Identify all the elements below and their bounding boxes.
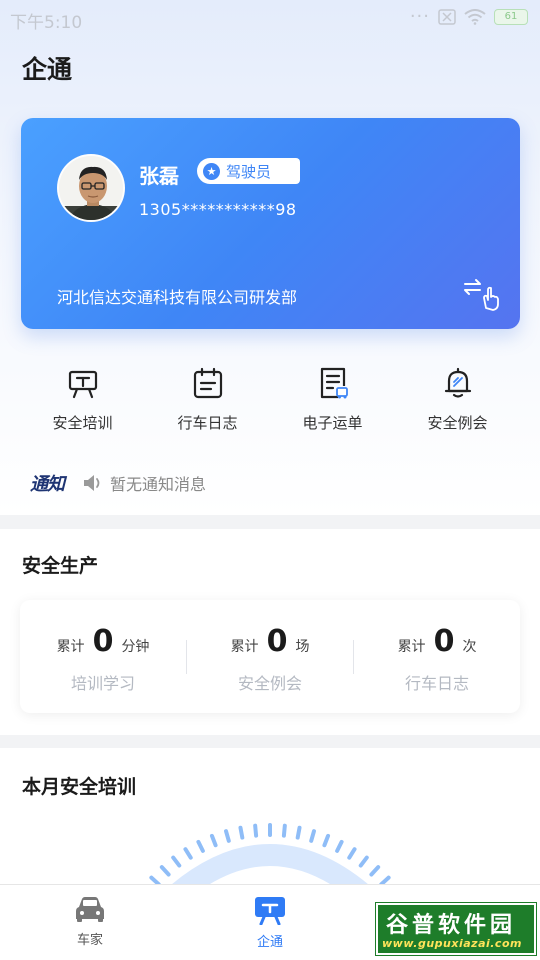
gauge-tick: [253, 823, 259, 838]
gauge-tick: [369, 865, 381, 877]
gauge-arc: [149, 823, 391, 885]
gauge-tick: [295, 825, 302, 840]
wifi-icon: [464, 9, 486, 25]
gauge-tick: [209, 833, 218, 848]
sim-off-icon: [438, 9, 456, 25]
page-title: 企通: [22, 55, 73, 84]
notice-logo: 通知: [30, 474, 65, 495]
action-label: 电子运单: [302, 414, 363, 432]
stat-value: 0: [433, 624, 455, 659]
avatar-photo: [59, 156, 123, 220]
phone-number: 1305***********98: [139, 200, 297, 219]
status-bar: 下午5:10 ··· 61: [0, 0, 540, 38]
watermark-url: www.gupuxiazai.com: [382, 937, 522, 950]
gauge-tick: [281, 823, 287, 838]
calendar-log-icon: [193, 367, 222, 399]
gauge-tick: [309, 829, 316, 843]
gauge-tick: [224, 829, 231, 843]
battery-icon: 61: [494, 9, 528, 25]
speaker-icon: [84, 475, 100, 491]
more-dots-icon: ···: [409, 6, 430, 27]
status-time: 下午5:10: [10, 13, 83, 33]
gauge-tick: [238, 825, 245, 840]
enterprise-chat-icon: [255, 897, 285, 925]
stat-prefix: 累计: [397, 639, 426, 655]
training-progress-gauge: [0, 815, 540, 885]
stat-label: 行车日志: [404, 674, 469, 693]
action-e-waybill[interactable]: 电子运单: [270, 366, 395, 433]
gauge-tick: [335, 839, 344, 853]
star-icon: ★: [203, 162, 220, 180]
quick-actions: 安全培训 行车日志 电子运单 安全例会: [0, 366, 540, 446]
stat-unit: 次: [462, 639, 477, 655]
stat-training[interactable]: 累计 0 分钟 培训学习: [20, 600, 186, 713]
stat-unit: 分钟: [121, 639, 150, 655]
notice-bar[interactable]: 通知 暂无通知消息: [30, 470, 206, 496]
waybill-doc-icon: [320, 367, 348, 399]
role-badge: ★ 驾驶员: [197, 158, 300, 184]
gauge-tick: [322, 833, 331, 848]
stat-prefix: 累计: [230, 639, 259, 655]
stat-label: 培训学习: [70, 674, 135, 693]
gauge-tick: [159, 865, 171, 877]
profile-card[interactable]: 张磊 ★ 驾驶员 1305***********98 河北信达交通科技有限公司研…: [21, 118, 520, 329]
training-board-icon: [68, 370, 97, 399]
status-icons: ··· 61: [409, 6, 528, 27]
safety-stats-card: 累计 0 分钟 培训学习 累计 0 场 安全例会 累计 0 次 行车日志: [20, 600, 520, 713]
car-icon: [76, 897, 104, 922]
watermark-logo: 谷普软件园 www.gupuxiazai.com: [375, 902, 537, 956]
nav-item-chejia[interactable]: 车家: [0, 895, 180, 948]
section-title: 安全生产: [22, 555, 99, 577]
action-safety-meeting[interactable]: 安全例会: [395, 366, 520, 433]
action-label: 行车日志: [177, 414, 238, 432]
stat-meeting[interactable]: 累计 0 场 安全例会: [187, 600, 353, 713]
company-name: 河北信达交通科技有限公司研发部: [57, 288, 298, 307]
bell-meeting-icon: [444, 367, 471, 398]
avatar[interactable]: [57, 154, 125, 222]
gauge-tick: [347, 847, 357, 860]
stat-value: 0: [266, 624, 288, 659]
gauge-tick: [196, 839, 205, 853]
nav-label: 车家: [76, 933, 103, 948]
switch-company-icon[interactable]: [462, 278, 500, 312]
gauge-tick: [183, 847, 193, 860]
gauge-tick: [171, 855, 182, 868]
action-driving-log[interactable]: 行车日志: [145, 366, 270, 433]
stat-driving-log[interactable]: 累计 0 次 行车日志: [354, 600, 520, 713]
watermark-title: 谷普软件园: [386, 913, 517, 938]
stat-value: 0: [92, 624, 114, 659]
user-name: 张磊: [139, 164, 179, 188]
stat-label: 安全例会: [237, 674, 302, 693]
action-label: 安全例会: [427, 414, 488, 432]
stat-unit: 场: [295, 639, 310, 655]
nav-label: 企通: [256, 935, 283, 950]
role-label: 驾驶员: [226, 162, 272, 181]
stat-prefix: 累计: [56, 639, 85, 655]
section-title: 本月安全培训: [22, 776, 137, 798]
action-label: 安全培训: [52, 414, 113, 432]
action-safety-training[interactable]: 安全培训: [20, 366, 145, 433]
notice-text: 暂无通知消息: [110, 475, 207, 494]
nav-item-qitong[interactable]: 企通: [180, 895, 360, 950]
gauge-tick: [358, 855, 369, 868]
